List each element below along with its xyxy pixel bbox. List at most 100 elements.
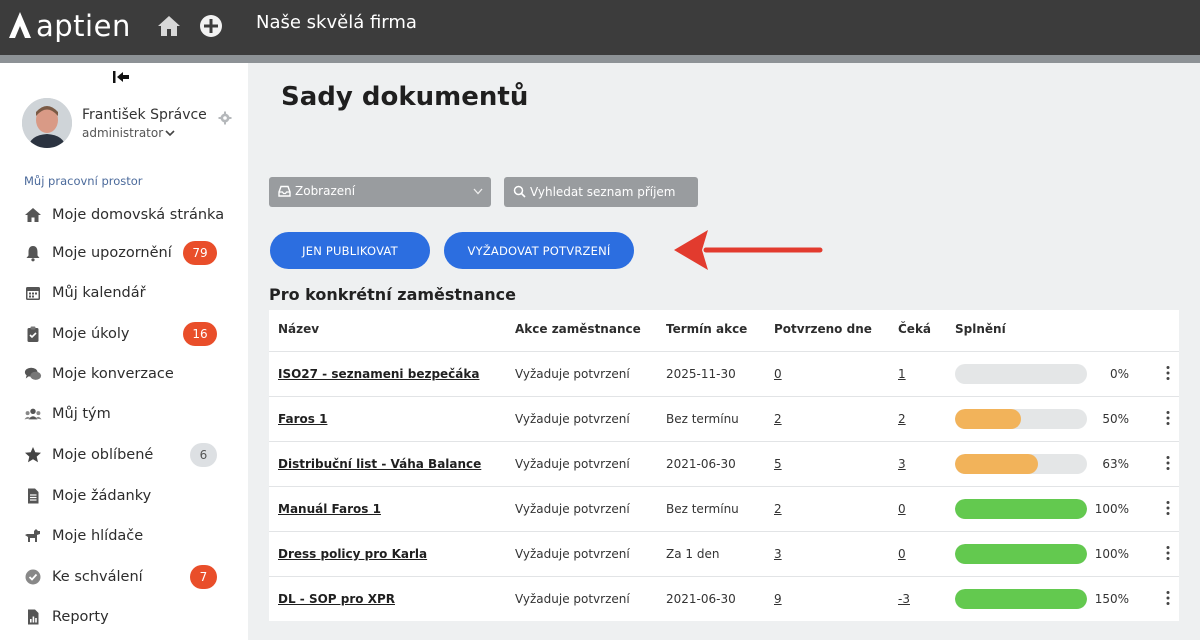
confirmed-count-link[interactable]: 2 [774,412,782,426]
table-row[interactable]: Dress policy pro Karla Vyžaduje potvrzení… [269,531,1179,576]
employee-action-cell: Vyžaduje potvrzení [515,502,630,516]
document-set-name-link[interactable]: Faros 1 [278,412,327,426]
user-role[interactable]: administrator [82,126,163,140]
sidebar-item-favorites[interactable]: Moje oblíbené 6 [0,437,248,473]
waiting-count-link[interactable]: 0 [898,502,906,516]
clipboard-icon [24,325,42,343]
column-header-waiting[interactable]: Čeká [898,322,931,336]
table-row[interactable]: Manuál Faros 1 Vyžaduje potvrzení Bez term… [269,486,1179,531]
sidebar-item-notifications[interactable]: Moje upozornění 79 [0,235,248,271]
confirmed-count-link[interactable]: 9 [774,592,782,606]
sidebar-item-label: Moje úkoly [52,326,130,342]
confirmed-count-link[interactable]: 3 [774,547,782,561]
add-icon[interactable] [198,13,224,39]
waiting-count-link[interactable]: 1 [898,367,906,381]
company-name[interactable]: Naše skvělá firma [256,12,417,33]
check-circle-icon [24,568,42,586]
avatar[interactable] [22,98,72,148]
calendar-icon [24,284,42,302]
document-set-name-link[interactable]: Distribuční list - Váha Balance [278,457,481,471]
document-set-name-link[interactable]: DL - SOP pro XPR [278,592,395,606]
column-header-deadline[interactable]: Termín akce [666,322,747,336]
publish-only-button[interactable]: JEN PUBLIKOVAT [270,232,430,269]
team-icon [24,405,42,423]
collapse-sidebar-icon[interactable] [112,70,130,84]
table-row[interactable]: ISO27 - seznameni bezpečáka Vyžaduje potv… [269,351,1179,396]
view-dropdown[interactable]: Zobrazení [269,177,491,207]
sidebar-item-label: Reporty [52,609,109,625]
completion-progress-fill [955,409,1021,429]
sidebar-item-reports[interactable]: Reporty [0,599,248,635]
waiting-count-link[interactable]: 3 [898,457,906,471]
completion-percent: 63% [1102,457,1129,471]
waiting-count-link[interactable]: 0 [898,547,906,561]
sidebar-item-label: Moje hlídače [52,528,144,544]
completion-percent: 100% [1094,547,1129,561]
column-header-confirmed[interactable]: Potvrzeno dne [774,322,872,336]
more-options-icon[interactable] [1166,500,1170,516]
document-set-name-link[interactable]: ISO27 - seznameni bezpečáka [278,367,479,381]
chevron-down-icon[interactable] [165,129,175,137]
table-row[interactable]: DL - SOP pro XPR Vyžaduje potvrzení 2021-0… [269,576,1179,621]
sidebar-item-label: Ke schválení [52,569,143,585]
sidebar-item-calendar[interactable]: Můj kalendář [0,275,248,311]
sidebar-item-home[interactable]: Moje domovská stránka [0,197,248,233]
completion-percent: 100% [1094,502,1129,516]
sidebar-item-label: Můj tým [52,406,111,422]
logo-text: aptien [36,9,131,43]
chat-icon [24,365,42,383]
document-set-name-link[interactable]: Dress policy pro Karla [278,547,427,561]
document-sets-table: Název Akce zaměstnance Termín akce Potvr… [269,310,1179,621]
sidebar-item-conversations[interactable]: Moje konverzace [0,356,248,392]
waiting-count-link[interactable]: 2 [898,412,906,426]
top-bar-divider [0,55,1200,63]
confirmed-count-link[interactable]: 5 [774,457,782,471]
sidebar-item-team[interactable]: Můj tým [0,396,248,432]
sidebar-item-watchers[interactable]: Moje hlídače [0,518,248,554]
more-options-icon[interactable] [1166,455,1170,471]
sidebar-item-requests[interactable]: Moje žádanky [0,478,248,514]
sidebar-item-tasks[interactable]: Moje úkoly 16 [0,316,248,352]
column-header-action[interactable]: Akce zaměstnance [515,322,641,336]
more-options-icon[interactable] [1166,590,1170,606]
table-row[interactable]: Faros 1 Vyžaduje potvrzení Bez termínu 2 2 50… [269,396,1179,441]
sidebar-item-label: Moje oblíbené [52,447,154,463]
more-options-icon[interactable] [1166,410,1170,426]
top-bar: aptien Naše skvělá firma [0,0,1200,55]
document-set-name-link[interactable]: Manuál Faros 1 [278,502,381,516]
more-options-icon[interactable] [1166,545,1170,561]
column-header-name[interactable]: Název [278,322,319,336]
deadline-cell: Za 1 den [666,547,720,561]
sidebar-item-approvals[interactable]: Ke schválení 7 [0,559,248,595]
deadline-cell: 2025-11-30 [666,367,736,381]
completion-percent: 150% [1094,592,1129,606]
completion-progress-bar [955,544,1087,564]
search-icon [513,185,526,198]
completion-progress-bar [955,589,1087,609]
employee-action-cell: Vyžaduje potvrzení [515,412,630,426]
bell-icon [24,244,42,262]
table-row[interactable]: Distribuční list - Váha Balance Vyžaduje … [269,441,1179,486]
view-dropdown-label: Zobrazení [295,184,356,198]
column-header-completion[interactable]: Splnění [955,322,1006,336]
more-options-icon[interactable] [1166,365,1170,381]
home-icon[interactable] [156,13,182,39]
employee-action-cell: Vyžaduje potvrzení [515,457,630,471]
deadline-cell: Bez termínu [666,502,739,516]
require-confirmation-button[interactable]: VYŽADOVAT POTVRZENÍ [444,232,634,269]
search-box[interactable] [504,177,698,207]
notification-count-badge: 79 [183,241,217,265]
search-input[interactable] [530,177,696,207]
workspace-section-label: Můj pracovní prostor [24,174,143,188]
gear-icon[interactable] [218,111,232,125]
deadline-cell: 2021-06-30 [666,592,736,606]
completion-progress-bar [955,409,1087,429]
confirmed-count-link[interactable]: 2 [774,502,782,516]
app-logo[interactable]: aptien [6,8,131,44]
confirmed-count-link[interactable]: 0 [774,367,782,381]
completion-percent: 50% [1102,412,1129,426]
waiting-count-link[interactable]: -3 [898,592,910,606]
report-icon [24,608,42,626]
completion-progress-fill [955,544,1087,564]
star-icon [24,446,42,464]
